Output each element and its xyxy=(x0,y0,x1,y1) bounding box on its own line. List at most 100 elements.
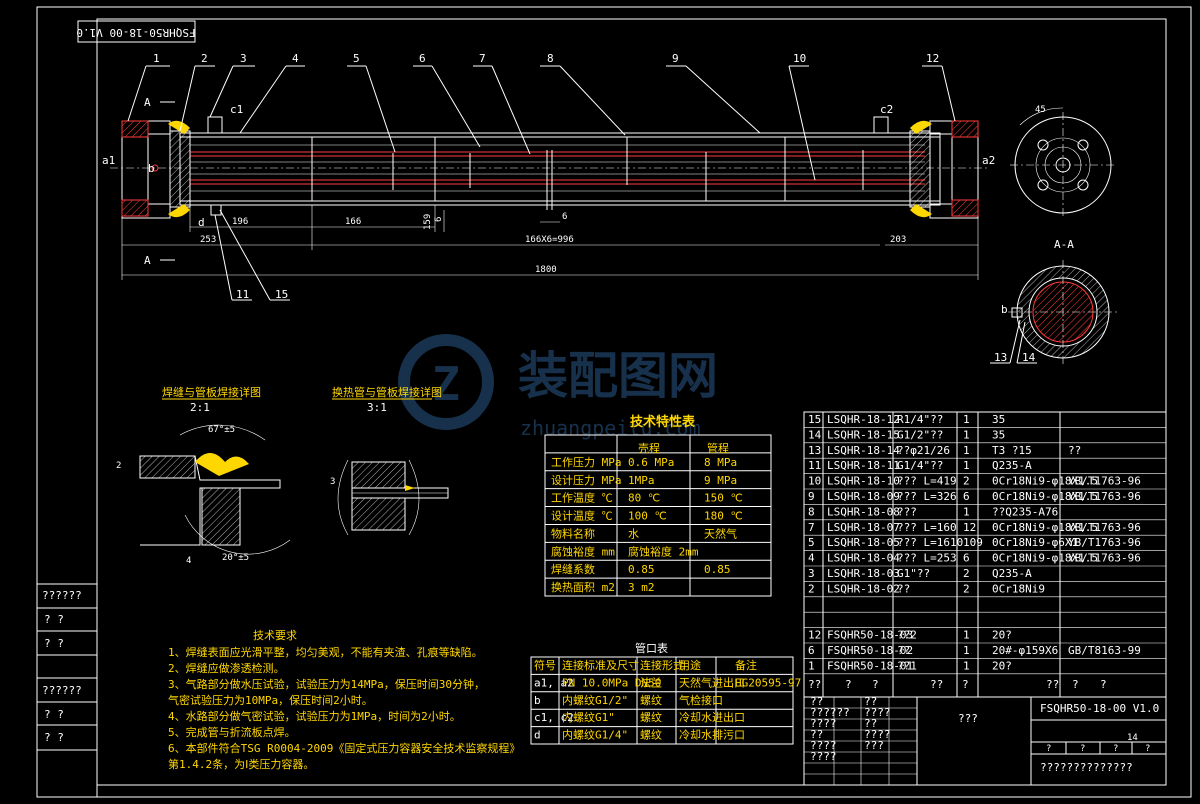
nozzle-table-cell: 螺纹 xyxy=(640,728,662,742)
bom-cell: ?? xyxy=(1068,444,1081,457)
technical-requirements: 技术要求 1、焊缝表面应光滑平整，均匀美观，不能有夹渣、孔痕等缺陷。 2、焊缝应做… xyxy=(168,629,520,771)
detail1-angle2: 20°±5 xyxy=(222,553,249,563)
tech-col-shell: 壳程 xyxy=(638,441,660,455)
nozzle-table-cell: 冷却水排污口 xyxy=(679,728,745,742)
title-mark-2: ? xyxy=(1113,744,1118,754)
bom-cell: ?? xyxy=(897,644,910,657)
bom-cell: 3 xyxy=(808,567,815,580)
balloon-10: 10 xyxy=(793,52,806,65)
nozzle-b: b xyxy=(148,162,155,175)
bom-cell: T3 ?15 xyxy=(992,444,1032,457)
balloon-8: 8 xyxy=(547,52,554,65)
left-strip-1: ? ? xyxy=(44,613,64,626)
bom-cell: 2 xyxy=(963,582,970,595)
bom-cell: Q235-A xyxy=(992,567,1032,580)
bom-cell: 13 xyxy=(808,444,821,457)
bom-cell: 1 xyxy=(963,428,970,441)
tech-row-label: 焊缝系数 xyxy=(551,562,595,576)
nozzle-table-cell: 内螺纹G1" xyxy=(562,710,615,724)
title-sheet: 14 xyxy=(1127,733,1138,743)
bom-cell: G1"?? xyxy=(897,567,930,580)
dim-166x6: 166X6=996 xyxy=(525,235,574,245)
bom-cell: R1/4"?? xyxy=(897,413,943,426)
balloon-1: 1 xyxy=(153,52,160,65)
balloon-3: 3 xyxy=(240,52,247,65)
bom-cell: 6 xyxy=(808,644,815,657)
title-block: FSQHR50-18-00 V1.0 ??? 14 ??????????????… xyxy=(803,695,1167,786)
dim-203: 203 xyxy=(890,235,906,245)
nozzle-table-cell: 法兰 xyxy=(640,675,662,689)
tech-row-label: 工作压力 MPa xyxy=(551,456,622,469)
bom-footer-mark: ? xyxy=(1100,678,1107,691)
bom-footer-mark: ?? xyxy=(808,678,821,691)
rotated-drawing-code: FSQHR50-18-00 V1.0 xyxy=(76,26,195,39)
bom-cell: LSQHR-18-08 xyxy=(827,505,900,518)
flange-end-view: 45 xyxy=(1010,105,1116,218)
bom-cell: 7 xyxy=(808,521,815,534)
section-title-a-a: A-A xyxy=(1054,238,1074,251)
tech-row-label: 物料名称 xyxy=(551,526,595,540)
bom-cell: 35 xyxy=(992,413,1005,426)
bom-cell: ??? L=326 xyxy=(897,490,957,503)
nozzle-table-cell: 气检接口 xyxy=(679,693,723,707)
bom-cell: 35 xyxy=(992,428,1005,441)
dim-6b: 6 xyxy=(434,217,444,222)
nozzle-table-header: 用途 xyxy=(679,658,701,672)
bom-cell: YB/T1763-96 xyxy=(1068,475,1141,488)
tech-row-tube: 0.85 xyxy=(704,563,731,576)
detail1-dim4: 4 xyxy=(186,556,191,566)
nozzle-c2: c2 xyxy=(880,103,893,116)
bom-cell: LSQHR-18-03 xyxy=(827,567,900,580)
bom-cell: 109 xyxy=(963,536,983,549)
tech-row-shell: 80 ℃ xyxy=(628,492,660,505)
tech-row-tube: 180 ℃ xyxy=(704,510,743,523)
tech-row-shell: 3 m2 xyxy=(628,581,655,594)
title-left-mark: ??? xyxy=(864,739,884,752)
bom-cell: 1 xyxy=(963,505,970,518)
balloon-7: 7 xyxy=(479,52,486,65)
dim-166: 166 xyxy=(345,217,361,227)
bom-cell: 1 xyxy=(963,659,970,672)
weld-detail-2: 换热管与管板焊接详图 3:1 3 xyxy=(330,385,449,536)
shell-body xyxy=(179,132,941,206)
title-mark-3: ? xyxy=(1145,744,1150,754)
requirement-line: 4、水路部分做气密试验，试验压力为1MPa，时间为2小时。 xyxy=(168,709,461,723)
balloon-6: 6 xyxy=(419,52,426,65)
bom-cell: YB/T1763-96 xyxy=(1068,536,1141,549)
requirements-title: 技术要求 xyxy=(253,629,297,642)
bom-cell: 1 xyxy=(963,459,970,472)
bom-cell: 20#-φ159X6 xyxy=(992,644,1058,657)
cad-drawing-sheet: FSQHR50-18-00 V1.0 ?????? ? ? ? ? ??????… xyxy=(0,0,1200,800)
balloon-12: 12 xyxy=(926,52,939,65)
requirement-line: 5、完成管与折流板点焊。 xyxy=(168,725,296,739)
bom-cell: 14 xyxy=(808,428,822,441)
balloon-11: 11 xyxy=(236,288,249,301)
bom-cell: LSQHR-18-05 xyxy=(827,536,900,549)
nozzle-table-header: 符号 xyxy=(534,659,556,672)
nozzle-c1: c1 xyxy=(230,103,243,116)
nozzle-table-header: 连接标准及尺寸 xyxy=(562,658,639,672)
title-name: ??? xyxy=(958,712,978,725)
nozzle-table-cell: 冷却水进出口 xyxy=(679,710,745,724)
tech-col-tube: 管程 xyxy=(707,441,729,455)
main-assembly-view: c1 c2 a1 a2 b d A A 1 2 3 4 5 6 7 8 9 10… xyxy=(102,52,1037,364)
bom-cell: ??? L=160 xyxy=(897,521,957,534)
bom-cell: GB/T8163-99 xyxy=(1068,644,1141,657)
bom-cell: 12 xyxy=(808,629,821,642)
title-bottom-text: ?????????????? xyxy=(1040,761,1133,774)
bom-cell: LSQHR-18-09 xyxy=(827,490,900,503)
section-a-a-view: A-A b xyxy=(1001,238,1118,365)
bom-footer-mark: ? xyxy=(872,678,879,691)
bom-cell: LSQHR-18-12 xyxy=(827,413,900,426)
dim-253: 253 xyxy=(200,235,216,245)
balloon-2: 2 xyxy=(201,52,208,65)
tech-row-label: 腐蚀裕度 mm xyxy=(551,544,615,558)
bom-cell: G1/4"?? xyxy=(897,459,943,472)
nozzle-table-cell: 螺纹 xyxy=(640,710,662,724)
bom-cell: ??2 xyxy=(897,629,917,642)
tech-row-shell: 水 xyxy=(628,527,639,540)
tech-row-shell: 腐蚀裕度 2mm xyxy=(628,544,699,558)
bom-cell: LSQHR-18-14 xyxy=(827,444,900,457)
bom-cell: ??? L=419 xyxy=(897,475,957,488)
bom-cell: 6 xyxy=(963,490,970,503)
